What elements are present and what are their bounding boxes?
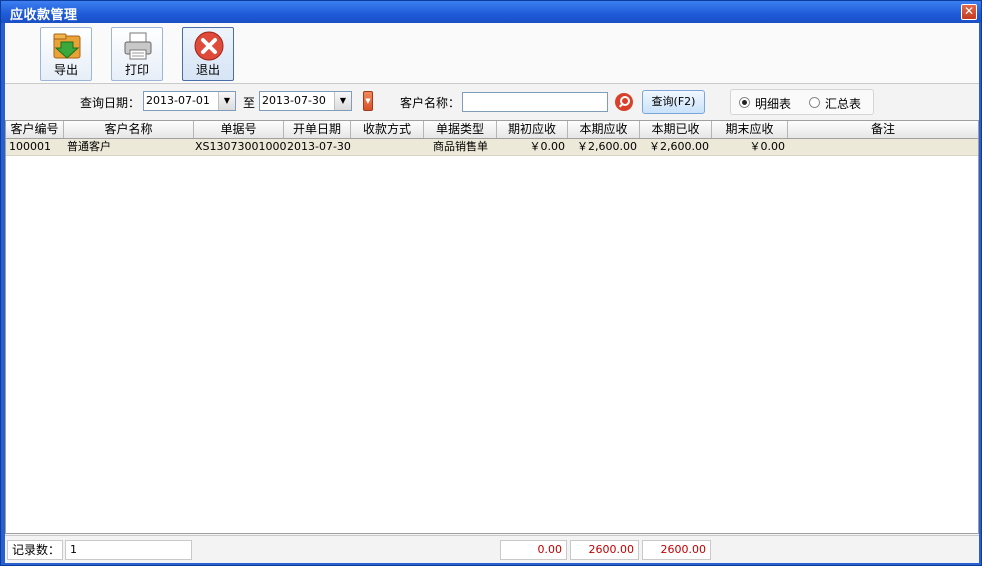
window-title: 应收款管理 [10,8,78,23]
summary-footer: 记录数： 1 0.00 2600.00 2600.00 [5,535,979,561]
print-label: 打印 [124,63,149,77]
filter-bar: 查询日期： 2013-07-01 ▼ 至 2013-07-30 ▼ ▼ 客户名称… [5,85,979,119]
date-to-value: 2013-07-30 [262,94,326,107]
cell-closing-receivable: ￥0.00 [749,140,786,153]
cell-current-receivable: ￥2,600.00 [577,140,637,153]
close-circle-icon [194,31,224,61]
cell-document-type: 商品销售单 [433,140,488,153]
exit-button[interactable]: 退出 [182,27,234,81]
column-header[interactable]: 单据类型 [424,121,497,138]
chevron-down-icon[interactable]: ▼ [218,92,235,110]
customer-label: 客户名称： [400,96,461,110]
search-icon[interactable] [615,93,633,111]
date-option-button[interactable]: ▼ [363,91,373,111]
column-header[interactable]: 单据号 [194,121,284,138]
cell-current-received: ￥2,600.00 [649,140,709,153]
title-bar: 应收款管理 ✕ [1,1,981,23]
to-label: 至 [243,96,256,110]
table-header: 客户编号 客户名称 单据号 开单日期 收款方式 单据类型 期初应收 本期应收 本… [6,121,978,139]
close-button[interactable]: ✕ [961,4,977,20]
cell-issue-date: 2013-07-30 [287,140,351,153]
print-button[interactable]: 打印 [111,27,163,81]
record-count-label: 记录数： [7,540,63,560]
chevron-down-icon[interactable]: ▼ [334,92,351,110]
detail-radio-label: 明细表 [755,97,792,111]
date-to-picker[interactable]: 2013-07-30 ▼ [259,91,352,111]
table-row[interactable]: 100001 普通客户 XS130730010001 2013-07-30 商品… [6,139,978,156]
radio-unchecked-icon [809,97,820,108]
app-window: 应收款管理 ✕ 导出 打印 退出 查询日期： 2013-07-01 ▼ 至 20… [0,0,982,566]
column-header[interactable]: 本期应收 [568,121,640,138]
receivables-table: 客户编号 客户名称 单据号 开单日期 收款方式 单据类型 期初应收 本期应收 本… [5,120,979,534]
total-current-receivable: 2600.00 [570,540,639,560]
record-count-value: 1 [65,540,192,560]
toolbar: 导出 打印 退出 [5,23,979,84]
export-button[interactable]: 导出 [40,27,92,81]
column-header[interactable]: 本期已收 [640,121,712,138]
exit-label: 退出 [195,63,220,77]
query-button[interactable]: 查询(F2) [642,90,705,114]
total-current-received: 2600.00 [642,540,711,560]
cell-remarks [788,139,978,155]
cell-customer-id: 100001 [9,140,51,153]
column-header[interactable]: 收款方式 [351,121,424,138]
column-header[interactable]: 客户编号 [6,121,64,138]
cell-document-number: XS130730010001 [195,140,286,153]
cell-customer-name: 普通客户 [67,140,111,153]
radio-checked-icon [739,97,750,108]
export-label: 导出 [53,63,78,77]
column-header[interactable]: 期末应收 [712,121,788,138]
export-icon [53,33,81,59]
client-area: 导出 打印 退出 查询日期： 2013-07-01 ▼ 至 2013-07-30… [5,23,979,563]
column-header[interactable]: 期初应收 [497,121,568,138]
column-header[interactable]: 客户名称 [64,121,194,138]
date-from-picker[interactable]: 2013-07-01 ▼ [143,91,236,111]
summary-radio-label: 汇总表 [825,97,862,111]
customer-name-input[interactable] [462,92,608,112]
date-from-value: 2013-07-01 [146,94,210,107]
printer-icon [124,32,152,60]
date-label: 查询日期： [80,96,141,110]
report-mode-group: 明细表 汇总表 [730,89,874,115]
total-opening-receivable: 0.00 [500,540,567,560]
cell-payment-method [351,139,424,155]
column-header[interactable]: 备注 [788,121,978,138]
column-header[interactable]: 开单日期 [284,121,351,138]
cell-opening-receivable: ￥0.00 [529,140,566,153]
